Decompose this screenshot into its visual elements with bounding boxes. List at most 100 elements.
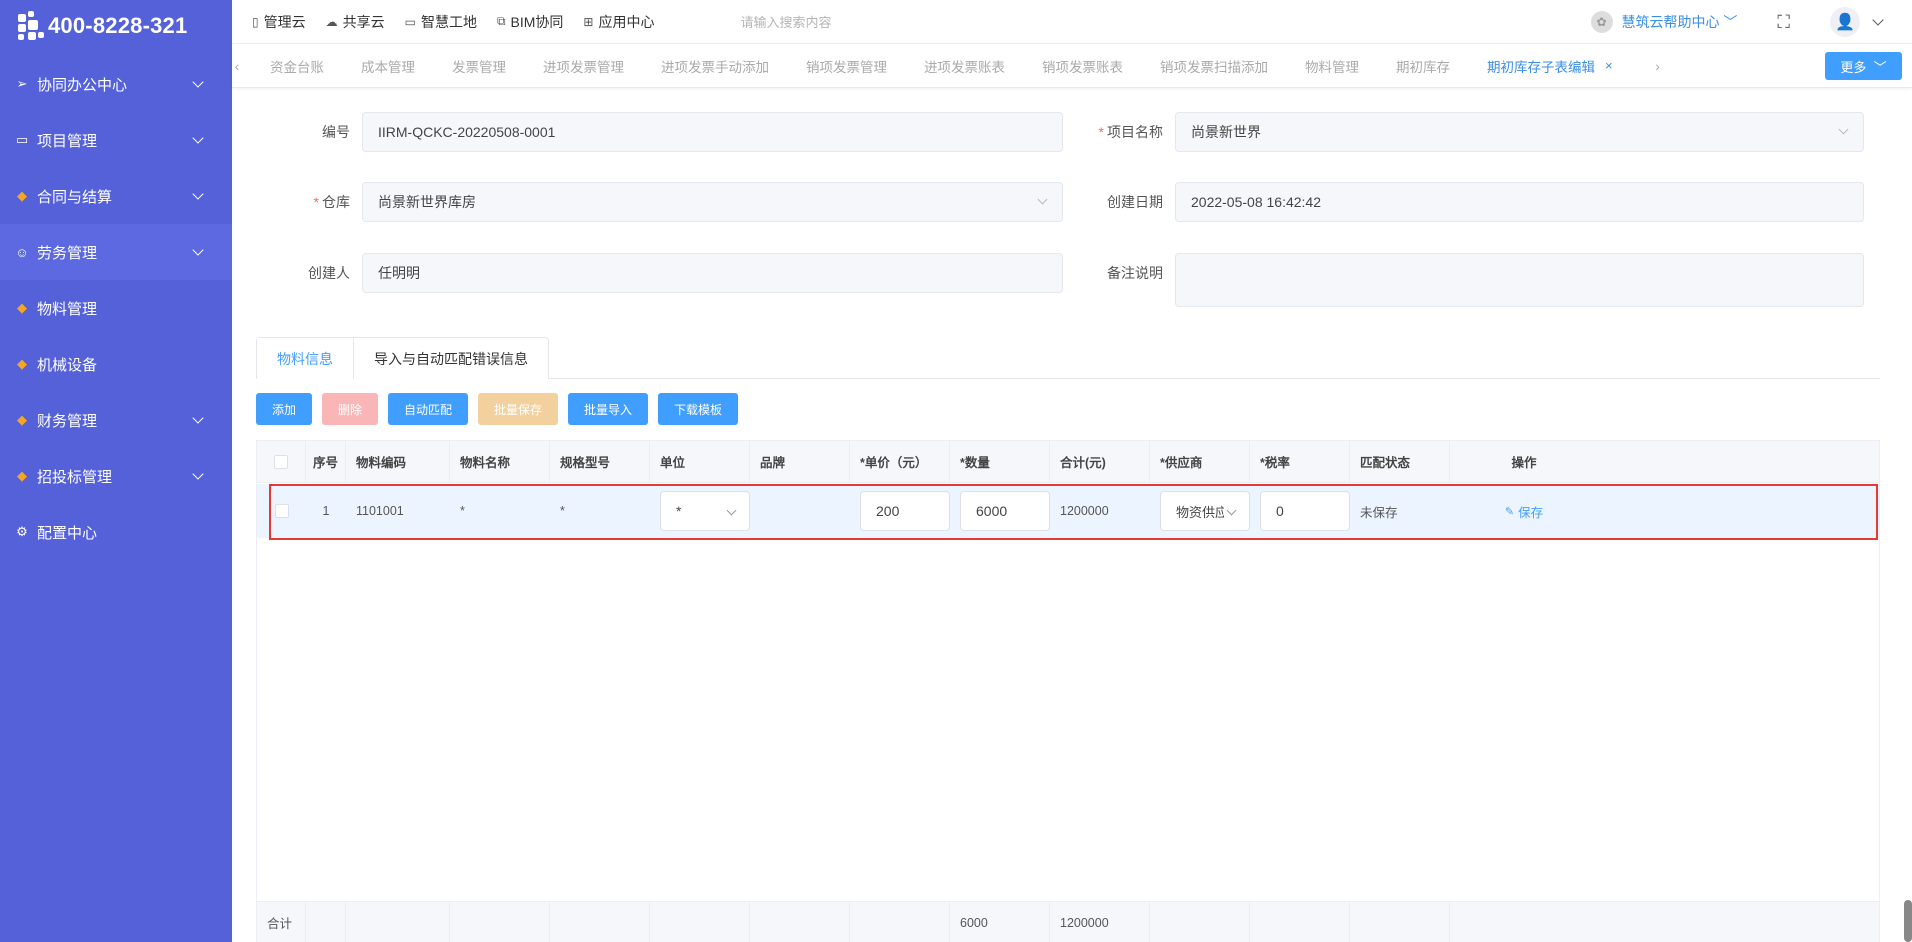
sidebar-item-material[interactable]: ◆ 物料管理	[0, 280, 232, 336]
header-checkbox-cell	[257, 441, 306, 482]
footer-empty	[1250, 902, 1350, 942]
cell-action: ✎ 保存	[1450, 484, 1598, 538]
tax-input[interactable]: 0	[1260, 491, 1350, 531]
header-unit: 单位	[650, 441, 750, 482]
project-label: * 项目名称	[1098, 124, 1163, 140]
header-action: 操作	[1511, 456, 1537, 470]
table-footer: 合计 6000 1200000	[257, 901, 1879, 942]
worker-icon: ☺	[15, 244, 29, 260]
tab-input-invoice[interactable]: 进项发票管理	[543, 56, 624, 76]
edit-icon: ✎	[1504, 505, 1515, 518]
topbar-right: ✿ 慧筑云帮助中心 ﹀ ⛶ 👤	[1590, 0, 1884, 44]
sidebar-item-collab[interactable]: ➢ 协同办公中心	[0, 56, 232, 112]
footer-qty: 6000	[950, 902, 1050, 942]
top-link-label: 应用中心	[598, 13, 655, 30]
top-link-share-cloud[interactable]: ☁ 共享云	[326, 12, 385, 32]
sidebar-item-finance[interactable]: ◆ 财务管理	[0, 392, 232, 448]
row-checkbox-cell	[257, 484, 306, 538]
header-code: 物料编码	[346, 441, 450, 482]
tab-output-invoice[interactable]: 销项发票管理	[806, 56, 887, 76]
sidebar-item-label: 协同办公中心	[37, 76, 128, 94]
tab-input-invoice-manual[interactable]: 进项发票手动添加	[661, 56, 769, 76]
chevron-right-icon[interactable]: ›	[1653, 58, 1663, 74]
project-value: 尚景新世界	[1191, 124, 1261, 140]
tab-import-errors[interactable]: 导入与自动匹配错误信息	[354, 338, 548, 379]
select-all-checkbox[interactable]	[274, 454, 288, 469]
tab-output-invoice-ledger[interactable]: 销项发票账表	[1042, 56, 1123, 76]
top-link-app-center[interactable]: ⊞ 应用中心	[583, 12, 654, 32]
sidebar-item-project[interactable]: ▭ 项目管理	[0, 112, 232, 168]
gem-icon: ◆	[17, 412, 27, 427]
sidebar-nav: ➢ 协同办公中心 ▭ 项目管理 ◆ 合同与结算 ☺ 劳务管理 ◆ 物料管理 ◆ …	[0, 56, 232, 560]
qty-input[interactable]: 6000	[960, 491, 1050, 531]
batch-save-button[interactable]: 批量保存	[478, 393, 558, 425]
top-link-label: 管理云	[263, 13, 306, 30]
grid-icon: ⊞	[583, 14, 594, 29]
auto-match-button[interactable]: 自动匹配	[388, 393, 468, 425]
footer-empty	[650, 902, 750, 942]
tab-invoice-management[interactable]: 发票管理	[452, 56, 506, 76]
remark-textarea[interactable]	[1175, 253, 1864, 307]
help-center-link[interactable]: 慧筑云帮助中心 ﹀	[1622, 12, 1738, 32]
tab-output-invoice-scan[interactable]: 销项发票扫描添加	[1160, 56, 1268, 76]
tab-cost-management[interactable]: 成本管理	[361, 56, 415, 76]
book-icon: ▭	[15, 132, 29, 147]
sidebar-item-contract[interactable]: ◆ 合同与结算	[0, 168, 232, 224]
unit-select[interactable]: *	[660, 491, 750, 531]
creator-field[interactable]: 任明明	[362, 253, 1063, 293]
sidebar-item-bidding[interactable]: ◆ 招投标管理	[0, 448, 232, 504]
sidebar-item-labor[interactable]: ☺ 劳务管理	[0, 224, 232, 280]
close-icon[interactable]: ×	[1605, 58, 1613, 73]
tab-input-invoice-ledger[interactable]: 进项发票账表	[924, 56, 1005, 76]
footer-empty	[450, 902, 550, 942]
table-row[interactable]: 1 1101001 * * * 200 6000 1200000 物资供应 0 …	[257, 484, 1879, 538]
supplier-value: 物资供应	[1176, 504, 1224, 520]
search-input[interactable]: 请输入搜索内容	[740, 12, 831, 31]
form-row-project: * 项目名称 尚景新世界	[1045, 112, 1864, 152]
send-icon: ➢	[16, 76, 28, 91]
supplier-select[interactable]: 物资供应	[1160, 491, 1250, 531]
row-checkbox[interactable]	[274, 504, 289, 518]
fullscreen-icon[interactable]: ⛶	[1777, 12, 1790, 33]
chevron-left-icon[interactable]: ‹	[232, 58, 242, 74]
cell-code: 1101001	[356, 504, 404, 518]
price-input[interactable]: 200	[860, 491, 950, 531]
scrollbar-thumb[interactable]	[1904, 900, 1912, 942]
tab-fund-ledger[interactable]: 资金台账	[270, 56, 324, 76]
project-select[interactable]: 尚景新世界	[1175, 112, 1864, 152]
add-button[interactable]: 添加	[256, 393, 312, 425]
tab-initial-stock-edit[interactable]: 期初库存子表编辑	[1487, 56, 1595, 76]
cell-qty: 6000	[950, 484, 1050, 538]
top-link-bim[interactable]: ⧉ BIM协同	[497, 12, 563, 32]
topbar: ▯ 管理云 ☁ 共享云 ▭ 智慧工地 ⧉ BIM协同 ⊞ 应用中心 请输入搜索内…	[232, 0, 1912, 44]
row-save-button[interactable]: ✎ 保存	[1505, 502, 1543, 521]
remark-label: 备注说明	[1107, 265, 1163, 281]
avatar[interactable]: 👤	[1830, 7, 1860, 37]
footer-empty	[1150, 902, 1250, 942]
tab-initial-stock[interactable]: 期初库存	[1396, 56, 1450, 76]
warehouse-select[interactable]: 尚景新世界库房	[362, 182, 1063, 222]
header-price: *单价（元）	[850, 441, 950, 482]
logo[interactable]: 400-8228-321	[0, 0, 232, 52]
cell-tax: 0	[1250, 484, 1350, 538]
more-button[interactable]: 更多 ﹀	[1825, 52, 1902, 80]
sidebar-item-machinery[interactable]: ◆ 机械设备	[0, 336, 232, 392]
top-link-smart-site[interactable]: ▭ 智慧工地	[405, 12, 477, 32]
download-template-button[interactable]: 下载模板	[658, 393, 738, 425]
chevron-down-icon[interactable]	[1872, 14, 1884, 26]
header-qty: *数量	[950, 441, 1050, 482]
footer-empty	[1450, 902, 1598, 942]
cell-brand	[750, 484, 850, 538]
batch-import-button[interactable]: 批量导入	[568, 393, 648, 425]
creator-label: 创建人	[308, 265, 350, 281]
tab-material-management[interactable]: 物料管理	[1305, 56, 1359, 76]
tab-material-info[interactable]: 物料信息	[257, 338, 354, 379]
warehouse-label: * 仓库	[313, 194, 350, 210]
code-field[interactable]: IIRM-QCKC-20220508-0001	[362, 112, 1063, 152]
top-link-management-cloud[interactable]: ▯ 管理云	[252, 12, 306, 32]
header-brand: 品牌	[750, 441, 850, 482]
delete-button[interactable]: 删除	[322, 393, 378, 425]
sidebar-item-config[interactable]: ⚙ 配置中心	[0, 504, 232, 560]
created-date-field[interactable]: 2022-05-08 16:42:42	[1175, 182, 1864, 222]
chevron-down-icon	[726, 505, 737, 516]
